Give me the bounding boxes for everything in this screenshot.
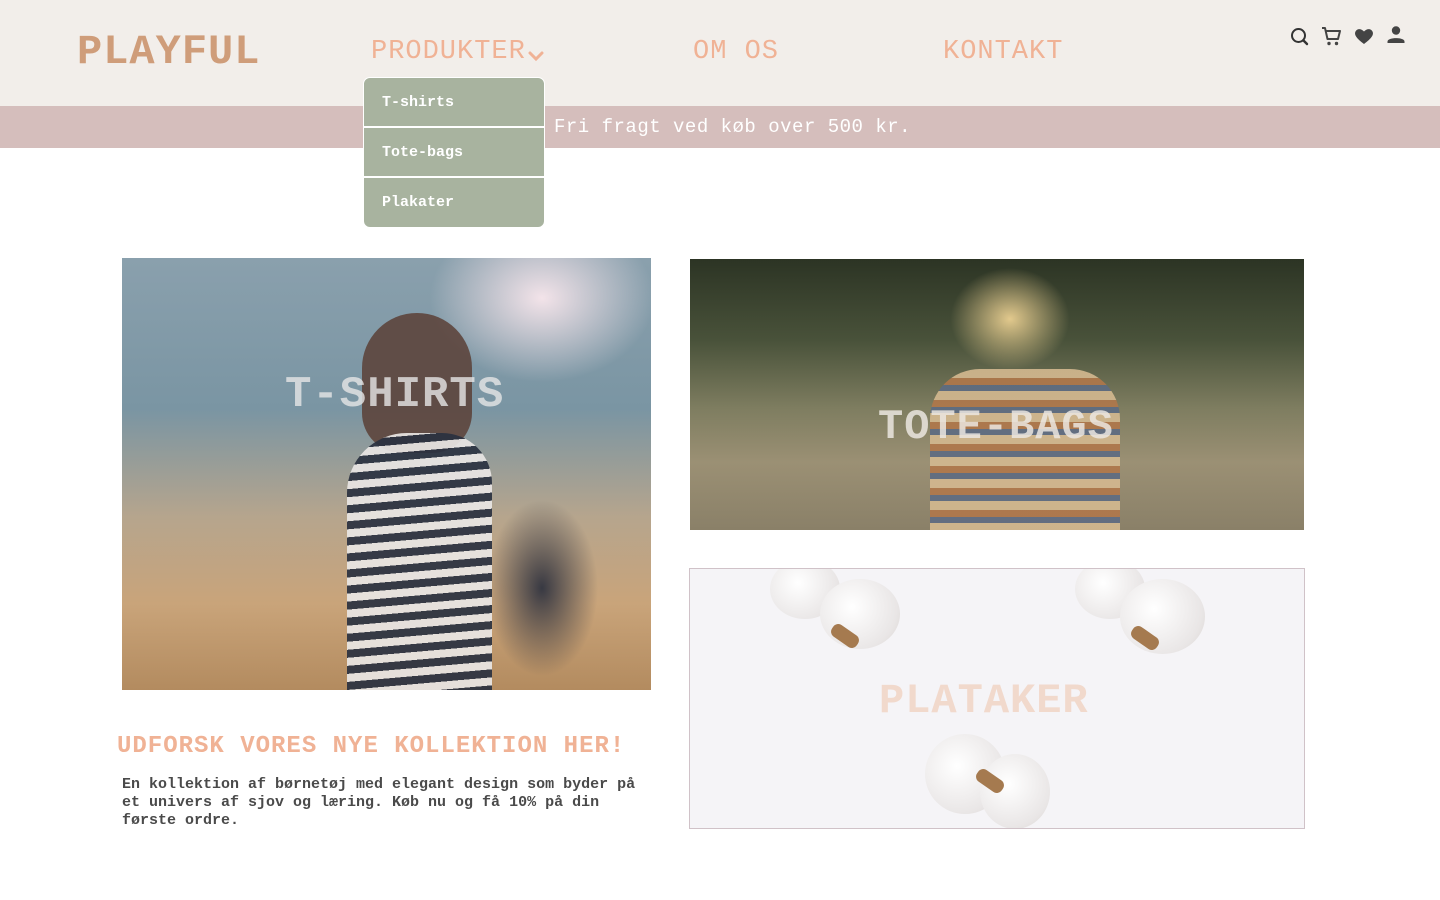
tile-plataker-label: PLATAKER bbox=[879, 677, 1089, 725]
tile-totebags[interactable]: TOTE-BAGS bbox=[690, 259, 1304, 530]
user-icon[interactable] bbox=[1384, 24, 1408, 48]
cotton-ball bbox=[820, 579, 900, 649]
tile-tshirts[interactable]: T-SHIRTS bbox=[122, 258, 651, 690]
logo[interactable]: PLAYFUL bbox=[77, 28, 260, 76]
nav-om-os[interactable]: OM OS bbox=[693, 37, 779, 67]
dropdown-item-totebags[interactable]: Tote-bags bbox=[364, 128, 544, 178]
nav-produkter[interactable]: PRODUKTER bbox=[371, 37, 544, 67]
tile-tshirts-photo-shirt bbox=[347, 433, 492, 690]
cotton-ball bbox=[1120, 579, 1205, 654]
collection-description: En kollektion af børnetøj med elegant de… bbox=[122, 776, 636, 829]
heart-icon[interactable] bbox=[1352, 24, 1376, 48]
nav-kontakt[interactable]: KONTAKT bbox=[943, 37, 1063, 67]
dropdown-item-tshirts[interactable]: T-shirts bbox=[364, 78, 544, 128]
search-icon[interactable] bbox=[1288, 24, 1312, 48]
site-header: PLAYFUL PRODUKTER OM OS KONTAKT bbox=[0, 0, 1440, 106]
collection-headline[interactable]: UDFORSK VORES NYE KOLLEKTION HER! bbox=[117, 733, 625, 760]
produkter-dropdown: T-shirts Tote-bags Plakater bbox=[363, 77, 545, 228]
tile-totebags-label: TOTE-BAGS bbox=[878, 403, 1114, 451]
cart-icon[interactable] bbox=[1320, 24, 1344, 48]
nav-produkter-label: PRODUKTER bbox=[371, 37, 526, 67]
tile-tshirts-label: T-SHIRTS bbox=[285, 370, 505, 420]
cotton-ball bbox=[980, 754, 1050, 828]
free-shipping-banner: Fri fragt ved køb over 500 kr. bbox=[0, 106, 1440, 148]
banner-text: Fri fragt ved køb over 500 kr. bbox=[554, 116, 912, 138]
tile-plataker[interactable]: PLATAKER bbox=[689, 568, 1305, 829]
dropdown-item-plakater[interactable]: Plakater bbox=[364, 178, 544, 227]
chevron-down-icon bbox=[528, 43, 544, 61]
